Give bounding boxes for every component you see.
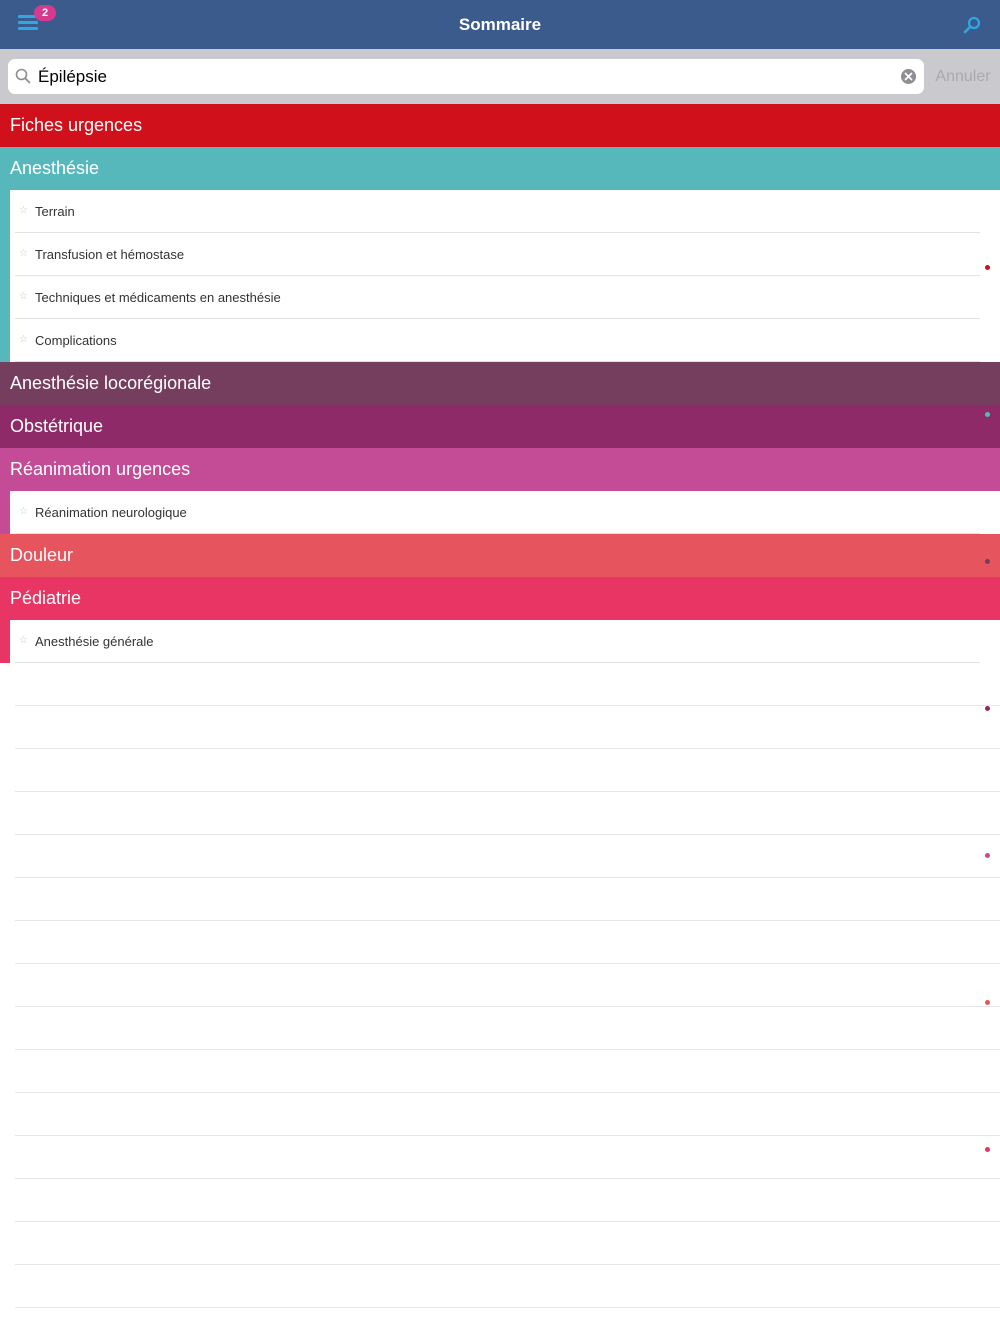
- search-icon[interactable]: [962, 15, 982, 35]
- list-item[interactable]: ☆ Anesthésie générale: [15, 620, 1000, 663]
- empty-row: [15, 1265, 1000, 1308]
- star-icon: ☆: [19, 334, 28, 345]
- empty-row: [15, 921, 1000, 964]
- section-header[interactable]: Fiches urgences: [0, 104, 1000, 147]
- section-accent-bar: [0, 190, 10, 362]
- section-index-dot[interactable]: [985, 706, 990, 711]
- star-icon: ☆: [19, 248, 28, 259]
- row-separator: [15, 1307, 1000, 1308]
- empty-row: [15, 1179, 1000, 1222]
- empty-row: [15, 1093, 1000, 1136]
- section-header[interactable]: Anesthésie: [0, 147, 1000, 190]
- list-item-label: Anesthésie générale: [35, 634, 154, 649]
- section-header[interactable]: Réanimation urgences: [0, 448, 1000, 491]
- empty-row: [15, 706, 1000, 749]
- empty-row: [15, 1007, 1000, 1050]
- search-field-container: [8, 59, 924, 94]
- section-index-dot[interactable]: [985, 1147, 990, 1152]
- empty-row: [15, 792, 1000, 835]
- section-header[interactable]: Anesthésie locorégionale: [0, 362, 1000, 405]
- list-item[interactable]: ☆ Réanimation neurologique: [15, 491, 1000, 534]
- empty-row: [15, 1136, 1000, 1179]
- section-accent-bar: [0, 491, 10, 534]
- star-icon: ☆: [19, 291, 28, 302]
- list-item-label: Complications: [35, 333, 117, 348]
- summary-list: Fiches urgences Anesthésie ☆ Terrain ☆ Transf…: [0, 104, 1000, 1308]
- cancel-button[interactable]: Annuler: [930, 59, 996, 94]
- empty-row: [15, 749, 1000, 792]
- close-icon: [904, 72, 913, 81]
- section-header[interactable]: Obstétrique: [0, 405, 1000, 448]
- empty-row: [15, 663, 1000, 706]
- search-input[interactable]: [38, 63, 888, 90]
- search-bar: Annuler: [0, 49, 1000, 104]
- section-items: ☆ Anesthésie générale: [0, 620, 1000, 663]
- clear-search-button[interactable]: [901, 69, 916, 84]
- star-icon: ☆: [19, 506, 28, 517]
- row-separator: [15, 533, 980, 534]
- empty-row: [15, 878, 1000, 921]
- star-icon: ☆: [19, 205, 28, 216]
- page-title: Sommaire: [458, 15, 542, 34]
- top-navigation-bar: 2 Sommaire: [0, 0, 1000, 49]
- magnifier-icon: [15, 68, 31, 84]
- empty-row: [15, 1050, 1000, 1093]
- section-index-dot[interactable]: [985, 265, 990, 270]
- section-accent-bar: [0, 620, 10, 663]
- list-item-label: Terrain: [35, 204, 75, 219]
- section-index-dot[interactable]: [985, 1000, 990, 1005]
- list-item-label: Techniques et médicaments en anesthésie: [35, 290, 281, 305]
- list-item[interactable]: ☆ Transfusion et hémostase: [15, 233, 1000, 276]
- menu-bar-line: [18, 27, 38, 30]
- empty-row: [15, 1222, 1000, 1265]
- section-index-dot[interactable]: [985, 559, 990, 564]
- list-item-label: Réanimation neurologique: [35, 505, 187, 520]
- list-item[interactable]: ☆ Terrain: [15, 190, 1000, 233]
- empty-row: [15, 964, 1000, 1007]
- section-header[interactable]: Douleur: [0, 534, 1000, 577]
- section-items: ☆ Réanimation neurologique: [0, 491, 1000, 534]
- section-header[interactable]: Pédiatrie: [0, 577, 1000, 620]
- row-separator: [15, 361, 980, 362]
- notification-badge: 2: [34, 5, 56, 21]
- list-item[interactable]: ☆ Complications: [15, 319, 1000, 362]
- section-index-dot[interactable]: [985, 412, 990, 417]
- menu-bar-line: [18, 21, 38, 24]
- list-item[interactable]: ☆ Techniques et médicaments en anesthésie: [15, 276, 1000, 319]
- star-icon: ☆: [19, 635, 28, 646]
- empty-row: [15, 835, 1000, 878]
- section-items: ☆ Terrain ☆ Transfusion et hémostase ☆ Techni…: [0, 190, 1000, 362]
- list-item-label: Transfusion et hémostase: [35, 247, 185, 262]
- section-index-dot[interactable]: [985, 853, 990, 858]
